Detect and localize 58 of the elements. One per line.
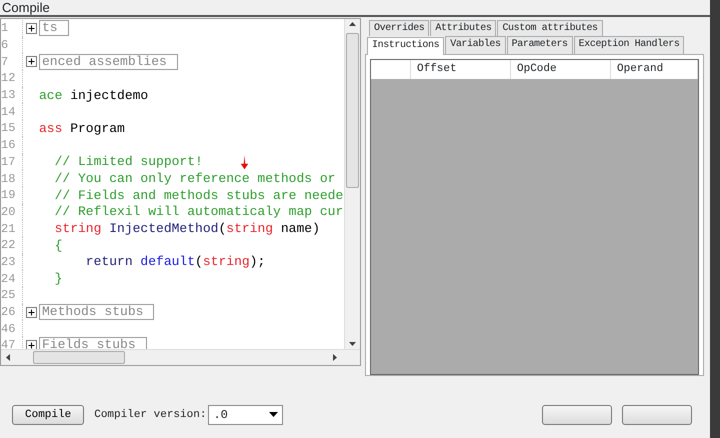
collapsed-region[interactable]: enced assemblies xyxy=(39,54,178,70)
line-number: 20 xyxy=(1,204,23,220)
dialog-button[interactable] xyxy=(542,405,612,425)
window-title: Compile xyxy=(0,0,710,17)
line-number: 13 xyxy=(1,86,23,104)
expand-icon[interactable] xyxy=(26,306,36,318)
expand-icon[interactable] xyxy=(26,22,36,34)
code-line: { xyxy=(54,238,62,253)
code-line: // Limited support! xyxy=(54,154,203,170)
line-number: 21 xyxy=(1,220,23,237)
code-line: // You can only reference methods or xyxy=(54,171,336,186)
code-line: ace injectdemo xyxy=(39,88,148,103)
code-line: } xyxy=(54,271,62,286)
line-number: 19 xyxy=(1,186,23,204)
line-number: 6 xyxy=(1,36,23,54)
code-line: ass Program xyxy=(39,120,125,136)
compiler-version-dropdown[interactable]: .0 xyxy=(208,405,284,425)
line-number: 23 xyxy=(1,254,23,270)
line-number: 26 xyxy=(1,304,23,320)
line-number: 24 xyxy=(1,270,23,287)
vertical-scrollbar[interactable] xyxy=(344,19,360,349)
collapsed-region[interactable]: ts xyxy=(39,20,69,36)
scrollbar-thumb[interactable] xyxy=(33,351,125,364)
line-number: 17 xyxy=(1,154,23,170)
tab[interactable]: Attributes xyxy=(430,20,496,36)
column-header[interactable]: Offset xyxy=(411,60,511,79)
caret-icon xyxy=(269,412,278,418)
tab[interactable]: Parameters xyxy=(506,36,573,54)
line-number: 46 xyxy=(1,320,23,338)
line-number: 15 xyxy=(1,120,23,137)
expand-icon[interactable] xyxy=(26,56,36,68)
column-header[interactable]: OpCode xyxy=(511,60,611,79)
scrollbar-thumb[interactable] xyxy=(346,33,359,188)
line-number: 16 xyxy=(1,136,23,154)
code-line: string InjectedMethod(string name) xyxy=(54,221,320,236)
collapsed-region[interactable]: Methods stubs xyxy=(39,304,154,320)
line-number: 14 xyxy=(1,103,23,120)
line-number: 12 xyxy=(1,70,23,87)
line-number: 1 xyxy=(1,20,23,37)
line-number: 22 xyxy=(1,236,23,254)
horizontal-scrollbar[interactable] xyxy=(1,349,360,365)
line-number: 18 xyxy=(1,170,23,187)
compile-button[interactable]: Compile xyxy=(12,405,84,425)
code-line: // Reflexil will automaticaly map cur xyxy=(54,204,344,220)
tab[interactable]: Overrides xyxy=(369,20,430,36)
tab[interactable]: Variables xyxy=(445,36,506,54)
arrow-icon xyxy=(240,155,249,170)
tab[interactable]: Exception Handlers xyxy=(574,36,684,54)
code-line: // Fields and methods stubs are neede xyxy=(54,188,344,203)
compiler-version-label: Compiler version: xyxy=(94,409,206,421)
dialog-button[interactable] xyxy=(622,405,692,425)
line-number: 7 xyxy=(1,53,23,70)
code-line: return default(string); xyxy=(84,254,266,270)
expand-icon[interactable] xyxy=(26,340,36,349)
line-number: 25 xyxy=(1,287,23,304)
tab[interactable]: Custom attributes xyxy=(497,20,603,36)
column-header[interactable]: Operand xyxy=(611,60,698,79)
tab[interactable]: Instructions xyxy=(367,37,444,55)
